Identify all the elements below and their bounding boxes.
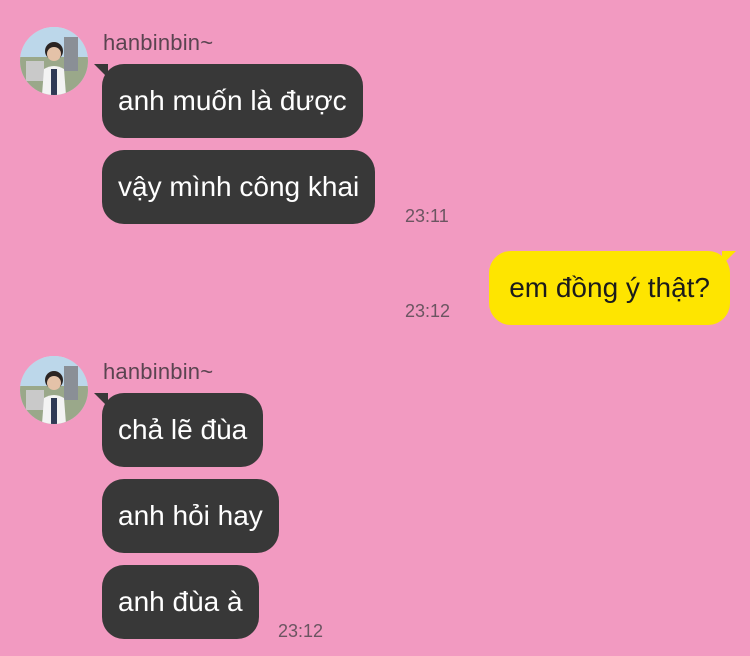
profile-photo-icon <box>20 27 88 95</box>
message-bubble[interactable]: anh muốn là được <box>102 64 363 138</box>
sender-avatar[interactable] <box>20 356 88 424</box>
sender-name: hanbinbin~ <box>103 359 214 384</box>
message-bubble[interactable]: anh hỏi hay <box>102 479 279 553</box>
message-bubble[interactable]: anh đùa à <box>102 565 259 639</box>
message-bubble[interactable]: vậy mình công khai <box>102 150 376 224</box>
sender-avatar[interactable] <box>20 27 88 95</box>
message-bubble[interactable]: chả lẽ đùa <box>102 393 264 467</box>
profile-photo-icon <box>20 356 88 424</box>
sender-name: hanbinbin~ <box>103 30 214 55</box>
bubble-tail <box>722 251 736 265</box>
message-time: 23:12 <box>405 301 451 321</box>
message-time: 23:11 <box>405 206 449 226</box>
message-bubble-outgoing[interactable]: em đồng ý thật? <box>489 251 730 325</box>
message-time: 23:12 <box>278 621 324 641</box>
